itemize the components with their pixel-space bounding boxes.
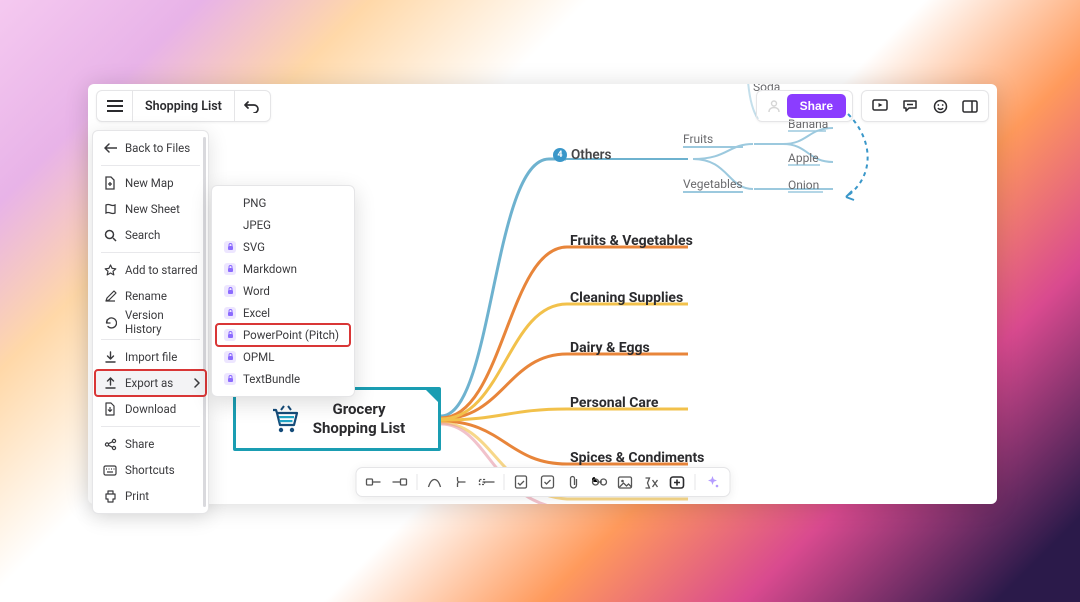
leaf-onion[interactable]: Onion [788,178,819,192]
lock-icon [224,285,236,297]
export-jpeg[interactable]: JPEG [216,214,350,236]
branch-spices[interactable]: Spices & Condiments [570,450,704,466]
download-icon [103,402,117,416]
menu-shortcuts[interactable]: Shortcuts [95,457,206,483]
export-opml[interactable]: OPML [216,346,350,368]
star-icon [103,263,117,277]
export-markdown[interactable]: Markdown [216,258,350,280]
chevron-right-icon [193,378,200,388]
tool-attach-icon[interactable] [561,471,585,493]
menu-toggle[interactable] [97,90,133,122]
share-pill: Share [756,90,853,122]
menu-export[interactable]: Export as [95,370,206,396]
import-icon [103,350,117,364]
topbar: Shopping List Share [88,84,997,128]
leaf-apple[interactable]: Apple [788,151,819,165]
fold-corner-icon [425,389,439,403]
emoji-icon[interactable] [928,94,952,118]
branch-cleaning[interactable]: Cleaning Supplies [570,290,683,306]
file-plus-icon [103,176,117,190]
comment-icon[interactable] [898,94,922,118]
export-textbundle[interactable]: TextBundle [216,368,350,390]
tool-relationship-icon[interactable] [422,471,446,493]
tool-link-icon[interactable] [587,471,611,493]
export-png[interactable]: PNG [216,192,350,214]
menu-new-map[interactable]: New Map [95,170,206,196]
tool-equation-icon[interactable] [639,471,663,493]
export-excel[interactable]: Excel [216,302,350,324]
bottom-toolbar [355,467,730,497]
export-powerpoint[interactable]: PowerPoint (Pitch) [216,324,350,346]
menu-back[interactable]: Back to Files [95,135,206,161]
branch-others[interactable]: 4Others [553,147,611,163]
arrow-left-icon [103,141,117,155]
lock-icon [224,263,236,275]
menu-version-history[interactable]: Version History [95,309,206,335]
menu-import[interactable]: Import file [95,344,206,370]
lock-icon [224,307,236,319]
tool-task-icon[interactable] [535,471,559,493]
panel-icon[interactable] [958,94,982,118]
tool-insert-icon[interactable] [665,471,689,493]
menu-search[interactable]: Search [95,222,206,248]
tool-boundary-icon[interactable] [474,471,498,493]
tool-note-icon[interactable] [509,471,533,493]
undo-button[interactable] [234,90,270,122]
menu-print[interactable]: Print [95,483,206,509]
keyboard-icon [103,463,117,477]
branch-fruits-veg[interactable]: Fruits & Vegetables [570,233,693,249]
lock-icon [224,373,236,385]
export-icon [103,376,117,390]
tool-subtopic-left-icon[interactable] [361,471,385,493]
sheet-icon [103,202,117,216]
badge-number: 4 [553,148,567,162]
tool-image-icon[interactable] [613,471,637,493]
export-submenu: PNG JPEG SVG Markdown Word Excel PowerPo… [211,185,355,397]
share-nodes-icon [103,437,117,451]
tool-ai-icon[interactable] [700,471,724,493]
lock-icon [224,329,236,341]
export-word[interactable]: Word [216,280,350,302]
tool-subtopic-right-icon[interactable] [387,471,411,493]
menu-add-starred[interactable]: Add to starred [95,257,206,283]
sub-vegetables[interactable]: Vegetables [683,177,743,191]
root-title: Grocery Shopping List [313,400,406,438]
menu-download[interactable]: Download [95,396,206,422]
share-button[interactable]: Share [787,94,846,118]
menu-rename[interactable]: Rename [95,283,206,309]
present-icon[interactable] [868,94,892,118]
right-icon-pill [861,90,989,122]
lock-icon [224,241,236,253]
lock-icon [224,351,236,363]
cart-icon [269,404,303,434]
export-svg[interactable]: SVG [216,236,350,258]
print-icon [103,489,117,503]
pencil-icon [103,289,117,303]
document-title[interactable]: Shopping List [133,99,234,114]
history-icon [103,315,117,329]
tool-summary-icon[interactable] [448,471,472,493]
search-icon [103,228,117,242]
branch-dairy[interactable]: Dairy & Eggs [570,340,650,356]
title-pill: Shopping List [96,90,271,122]
menu-share[interactable]: Share [95,431,206,457]
main-menu: Back to Files New Map New Sheet Search A… [92,130,209,514]
avatar-icon [767,99,781,113]
branch-personal[interactable]: Personal Care [570,395,658,411]
menu-new-sheet[interactable]: New Sheet [95,196,206,222]
sub-fruits[interactable]: Fruits [683,132,713,146]
